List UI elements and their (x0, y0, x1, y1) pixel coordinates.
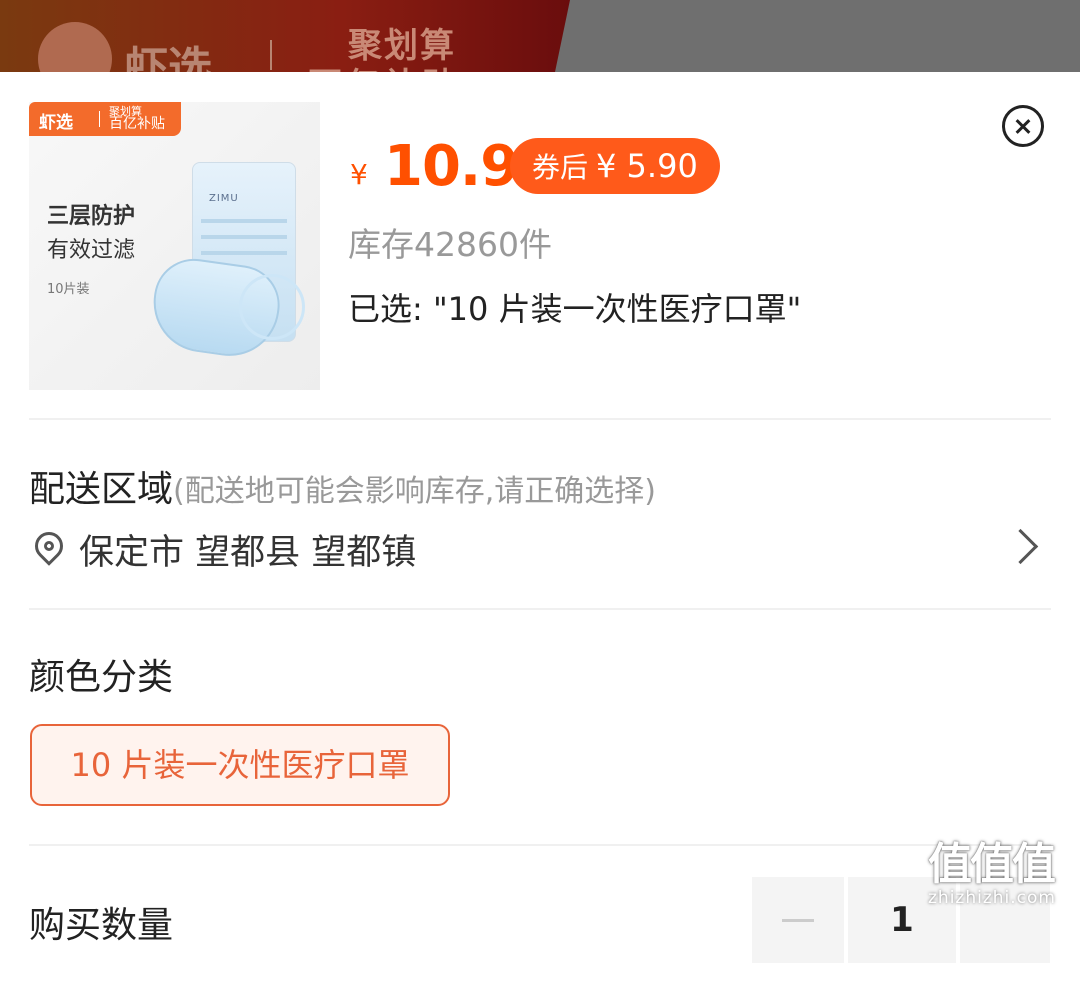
background-brand-bottom: 百亿补贴 (308, 58, 460, 72)
option-group-title: 颜色分类 (29, 657, 174, 698)
stock-count: 库存42860件 (348, 225, 552, 264)
selected-sku: 已选: "10 片装一次性医疗口罩" (348, 290, 802, 328)
image-caption-line1: 三层防护 (47, 204, 136, 229)
site-watermark: 值值值 zhizhizhi.com (928, 828, 1074, 908)
divider (29, 418, 1051, 420)
image-caption-line2: 有效过滤 (47, 238, 136, 263)
minus-icon[interactable] (752, 877, 844, 963)
badge-logo: 虾选 (39, 113, 73, 133)
coupon-price: ¥ 5.90 (596, 147, 698, 185)
mask-ear-loop (239, 274, 305, 340)
product-thumbnail: 虾选 聚划算 百亿补贴 三层防护 有效过滤 10片装 ZIMU (29, 102, 320, 390)
pack-stripe (201, 219, 287, 223)
watermark-url: zhizhizhi.com (928, 888, 1056, 908)
delivery-title-text: 配送区域 (29, 469, 174, 510)
divider (29, 608, 1051, 610)
delivery-hint: (配送地可能会影响库存,请正确选择) (173, 474, 656, 509)
pack-brand: ZIMU (209, 193, 239, 204)
promo-badge: 虾选 聚划算 百亿补贴 (29, 102, 181, 136)
coupon-price-badge: 券后 ¥ 5.90 (510, 138, 720, 194)
currency-symbol: ¥ (350, 158, 368, 191)
sku-option-selected[interactable]: 10 片装一次性医疗口罩 (30, 724, 450, 806)
background-logo-text: 虾选 (124, 43, 212, 72)
chevron-right-icon (1002, 528, 1039, 565)
product-price: 10.9 (384, 134, 519, 199)
close-icon[interactable] (1002, 105, 1044, 147)
watermark-logo: 值值值 (928, 839, 1056, 890)
pack-stripe (201, 235, 287, 239)
badge-tag: 聚划算 百亿补贴 (109, 105, 165, 131)
sku-bottom-sheet: 虾选 聚划算 百亿补贴 三层防护 有效过滤 10片装 ZIMU ¥ 10.9 券… (0, 72, 1080, 981)
badge-tag-bottom: 百亿补贴 (109, 116, 165, 132)
delivery-title: 配送区域(配送地可能会影响库存,请正确选择) (29, 460, 656, 512)
divider (29, 844, 1051, 846)
quantity-title: 购买数量 (29, 905, 174, 946)
image-caption-line3: 10片装 (47, 282, 90, 297)
background-divider (270, 40, 272, 70)
badge-divider (99, 111, 100, 127)
address-selector[interactable]: 保定市 望都县 望都镇 (29, 524, 1051, 580)
location-pin-icon (29, 526, 69, 566)
background-banner: 虾选 聚划算 百亿补贴 (0, 0, 1080, 72)
pack-stripe (201, 251, 287, 255)
coupon-label: 券后 (532, 151, 589, 184)
address-text: 保定市 望都县 望都镇 (79, 533, 417, 573)
